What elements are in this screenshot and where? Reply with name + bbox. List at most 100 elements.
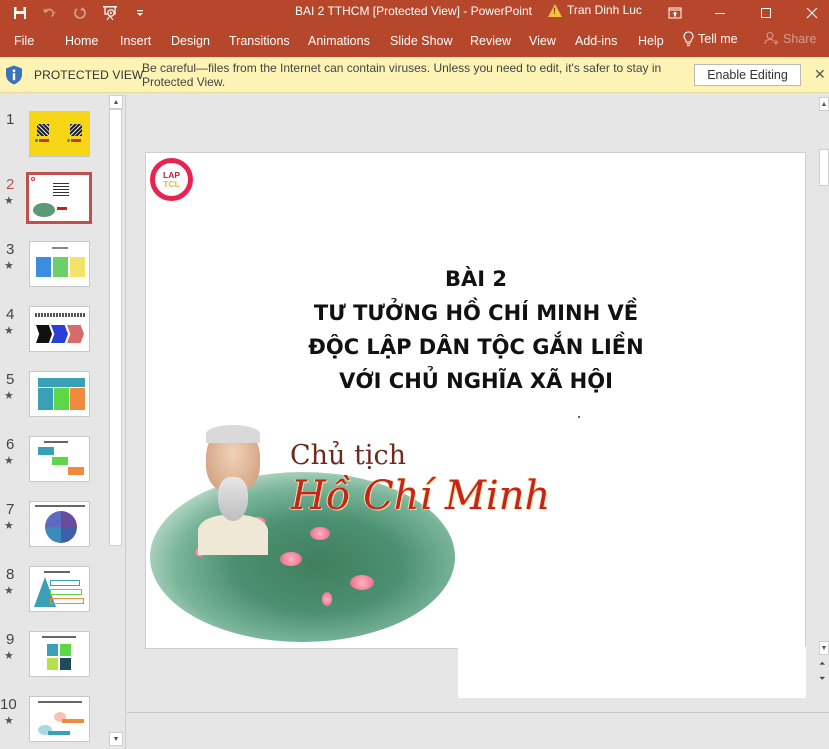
image-caption-title: Chủ tịch — [290, 440, 407, 471]
tab-insert[interactable]: Insert — [120, 34, 151, 48]
scrollbar-thumb[interactable] — [109, 109, 122, 546]
maximize-button[interactable] — [743, 0, 789, 25]
ribbon-tabs: File Home Insert Design Transitions Anim… — [0, 25, 829, 57]
account-area[interactable]: Tran Dinh Luc — [548, 3, 642, 17]
slide-title[interactable]: BÀI 2 TƯ TƯỞNG HỒ CHÍ MINH VỀ ĐỘC LẬP DÂ… — [276, 262, 676, 398]
scroll-up-arrow-icon[interactable]: ▲ — [819, 97, 829, 111]
slide-number: 9 — [6, 631, 15, 648]
minimize-button[interactable] — [697, 0, 743, 25]
image-caption-name: Hồ Chí Minh — [291, 473, 551, 519]
title-line: ĐỘC LẬP DÂN TỘC GẮN LIỀN — [308, 335, 644, 359]
close-window-button[interactable] — [789, 0, 829, 25]
thumbnail-image — [29, 241, 90, 287]
protected-view-bar: PROTECTED VIEW Be careful—files from the… — [0, 57, 829, 93]
share-person-icon — [764, 31, 779, 45]
thumbnail-image — [29, 436, 90, 482]
next-slide-icon[interactable]: ⏷ — [819, 674, 825, 683]
animation-star-icon: ★ — [4, 650, 14, 662]
slide-thumbnail-3[interactable]: 3 ★ — [0, 241, 108, 301]
close-icon — [806, 7, 818, 18]
slide-number: 8 — [6, 566, 15, 583]
warning-triangle-icon — [548, 3, 562, 17]
animation-star-icon: ★ — [4, 390, 14, 402]
tab-home[interactable]: Home — [65, 34, 98, 48]
notes-divider[interactable] — [127, 712, 829, 713]
window-title: BAI 2 TTHCM [Protected View] - PowerPoin… — [295, 4, 532, 18]
title-line: BÀI 2 — [445, 267, 507, 291]
stray-mark — [578, 416, 580, 418]
thumbnail-image — [29, 111, 90, 157]
slide-number: 3 — [6, 241, 15, 258]
thumbnail-image — [29, 306, 90, 352]
slide-thumbnail-9[interactable]: 9 ★ — [0, 631, 108, 691]
tab-slide-show[interactable]: Slide Show — [390, 34, 453, 48]
title-line: TƯ TƯỞNG HỒ CHÍ MINH VỀ — [313, 301, 639, 325]
scroll-down-arrow-icon[interactable]: ▼ — [819, 641, 829, 655]
animation-star-icon: ★ — [4, 260, 14, 272]
lotus-flower-icon — [280, 552, 302, 566]
undo-icon[interactable] — [42, 5, 58, 21]
presenter-icon[interactable] — [102, 5, 118, 21]
thumbnail-image — [29, 566, 90, 612]
slide-thumbnail-10[interactable]: 10 ★ — [0, 696, 108, 749]
slide-thumbnail-1[interactable]: 1 — [0, 111, 108, 171]
share-button[interactable]: Share — [764, 31, 816, 46]
tell-me-label: Tell me — [698, 32, 738, 46]
lotus-flower-icon — [350, 575, 374, 590]
logo-text-bottom: TCL — [163, 178, 180, 189]
tab-view[interactable]: View — [529, 34, 556, 48]
scroll-down-arrow-icon[interactable]: ▼ — [109, 732, 123, 746]
slide-number: 2 — [6, 176, 15, 193]
lotus-flower-icon — [322, 592, 332, 606]
tell-me-search[interactable]: Tell me — [683, 31, 738, 47]
enable-editing-button[interactable]: Enable Editing — [694, 64, 801, 86]
slide-thumbnail-8[interactable]: 8 ★ — [0, 566, 108, 626]
notes-overlap-region — [458, 647, 806, 698]
lap-tcl-logo: LAP TCL — [150, 158, 193, 201]
tab-transitions[interactable]: Transitions — [229, 34, 290, 48]
animation-star-icon: ★ — [4, 585, 14, 597]
quick-access-toolbar — [12, 0, 148, 25]
slide-thumbnail-6[interactable]: 6 ★ — [0, 436, 108, 496]
slide-number: 7 — [6, 501, 15, 518]
save-icon[interactable] — [12, 5, 28, 21]
scroll-up-arrow-icon[interactable]: ▲ — [109, 95, 123, 109]
thumbnail-image — [29, 631, 90, 677]
shield-info-icon — [6, 65, 22, 85]
thumbnail-scrollbar[interactable]: ▲ ▼ — [108, 94, 123, 749]
animation-star-icon: ★ — [4, 715, 14, 727]
slide-thumbnail-4[interactable]: 4 ★ — [0, 306, 108, 366]
slide-thumbnail-2[interactable]: 2 ★ — [0, 172, 108, 236]
user-name: Tran Dinh Luc — [567, 3, 642, 17]
tab-design[interactable]: Design — [171, 34, 210, 48]
current-slide[interactable]: LAP TCL BÀI 2 TƯ TƯỞNG HỒ CHÍ MINH VỀ ĐỘ… — [145, 152, 806, 649]
slide-editor: LAP TCL BÀI 2 TƯ TƯỞNG HỒ CHÍ MINH VỀ ĐỘ… — [127, 94, 829, 749]
title-bar: BAI 2 TTHCM [Protected View] - PowerPoin… — [0, 0, 829, 25]
protected-view-label: PROTECTED VIEW — [34, 68, 144, 82]
close-icon[interactable]: ✕ — [814, 66, 826, 83]
slide-number: 4 — [6, 306, 15, 323]
powerpoint-window: BAI 2 TTHCM [Protected View] - PowerPoin… — [0, 0, 829, 749]
animation-star-icon: ★ — [4, 325, 14, 337]
tab-animations[interactable]: Animations — [308, 34, 370, 48]
tab-file[interactable]: File — [14, 34, 34, 48]
customize-qat-icon[interactable] — [132, 5, 148, 21]
slide-thumbnail-7[interactable]: 7 ★ — [0, 501, 108, 561]
tab-help[interactable]: Help — [638, 34, 664, 48]
lotus-flower-icon — [310, 527, 330, 540]
tab-add-ins[interactable]: Add-ins — [575, 34, 617, 48]
previous-slide-icon[interactable]: ⏶ — [819, 659, 825, 668]
slide-number: 5 — [6, 371, 15, 388]
portrait-figure — [198, 425, 268, 555]
animation-star-icon: ★ — [4, 455, 14, 467]
editor-scrollbar[interactable]: ▲ ▼ ⏶ ⏷ — [819, 94, 829, 694]
protected-view-message: Be careful—files from the Internet can c… — [142, 61, 662, 89]
scrollbar-thumb[interactable] — [819, 149, 829, 186]
slide-thumbnail-5[interactable]: 5 ★ — [0, 371, 108, 431]
minimize-icon — [715, 12, 725, 14]
ribbon-display-options-button[interactable] — [652, 0, 698, 25]
tab-review[interactable]: Review — [470, 34, 511, 48]
thumbnail-image — [29, 696, 90, 742]
slide-number: 6 — [6, 436, 15, 453]
redo-icon[interactable] — [72, 5, 88, 21]
